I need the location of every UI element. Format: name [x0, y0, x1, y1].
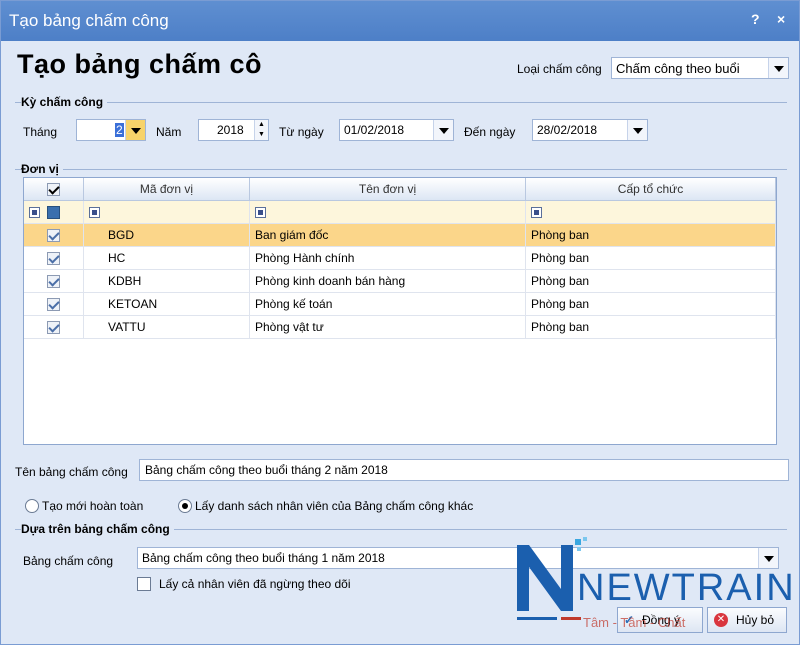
logo-brand-text: NEWTRAIN: [577, 567, 796, 609]
don-vi-divider: [15, 169, 787, 170]
table-row[interactable]: VATTU Phòng vật tư Phòng ban: [24, 316, 776, 339]
row-checkbox[interactable]: [47, 275, 60, 289]
nam-value: 2018: [217, 123, 244, 137]
row-checkbox[interactable]: [47, 252, 60, 266]
row-checkbox[interactable]: [47, 229, 60, 243]
loai-cham-cong-label: Loại chấm công: [517, 62, 602, 76]
row-checkbox-cell[interactable]: [24, 293, 84, 316]
row-checkbox[interactable]: [47, 298, 60, 312]
don-vi-grid: Mã đơn vị Tên đơn vị Cấp tổ chức BGD Ban…: [23, 177, 777, 445]
cell-ten: Phòng Hành chính: [250, 247, 526, 270]
row-checkbox-cell[interactable]: [24, 270, 84, 293]
bang-cham-cong-label: Bảng chấm công: [23, 554, 114, 568]
table-row[interactable]: KDBH Phòng kinh doanh bán hàng Phòng ban: [24, 270, 776, 293]
cell-cap: Phòng ban: [526, 316, 776, 339]
filter-cell-ma[interactable]: [84, 201, 250, 224]
filter-operator-icon[interactable]: [47, 206, 61, 220]
tu-ngay-field[interactable]: 01/02/2018: [339, 119, 454, 141]
filter-cell-cap[interactable]: [526, 201, 776, 224]
loai-cham-cong-value: Chấm công theo buổi: [616, 61, 740, 76]
ky-cham-cong-title: Kỳ chấm công: [21, 95, 108, 109]
cell-cap: Phòng ban: [526, 270, 776, 293]
tao-moi-label[interactable]: Tạo mới hoàn toàn: [42, 499, 143, 513]
spinner-icon[interactable]: ▲ ▼: [254, 120, 268, 140]
cell-cap: Phòng ban: [526, 293, 776, 316]
cell-cap: Phòng ban: [526, 224, 776, 247]
cell-ma: KDBH: [84, 270, 250, 293]
table-row[interactable]: BGD Ban giám đốc Phòng ban: [24, 224, 776, 247]
bang-cham-cong-value: Bảng chấm công theo buổi tháng 1 năm 201…: [142, 551, 385, 565]
row-checkbox[interactable]: [47, 321, 60, 335]
lay-danh-sach-radio[interactable]: [178, 499, 192, 513]
nam-label: Năm: [156, 125, 182, 139]
cell-ma: BGD: [84, 224, 250, 247]
ky-cham-cong-divider: [15, 102, 787, 103]
cell-ten: Ban giám đốc: [250, 224, 526, 247]
cell-ten: Phòng kế toán: [250, 293, 526, 316]
grid-header-row: Mã đơn vị Tên đơn vị Cấp tổ chức: [24, 178, 776, 201]
filter-cell-select[interactable]: [24, 201, 84, 224]
cell-cap: Phòng ban: [526, 247, 776, 270]
cell-ma: HC: [84, 247, 250, 270]
header-select-all[interactable]: [24, 178, 84, 201]
chevron-down-icon[interactable]: [125, 120, 145, 140]
filter-cell-ten[interactable]: [250, 201, 526, 224]
cell-ma: KETOAN: [84, 293, 250, 316]
table-row[interactable]: KETOAN Phòng kế toán Phòng ban: [24, 293, 776, 316]
window-title: Tạo bảng chấm công: [9, 11, 169, 30]
nam-stepper[interactable]: 2018 ▲ ▼: [198, 119, 269, 141]
help-button[interactable]: ?: [751, 11, 760, 27]
thang-label: Tháng: [23, 125, 58, 139]
cell-ten: Phòng kinh doanh bán hàng: [250, 270, 526, 293]
title-bar: Tạo bảng chấm công ? ×: [1, 1, 799, 41]
chevron-down-icon[interactable]: [627, 120, 647, 140]
tu-ngay-label: Từ ngày: [279, 125, 324, 139]
chevron-down-icon[interactable]: [768, 58, 788, 78]
lay-ca-checkbox[interactable]: [137, 577, 151, 591]
logo-tagline: Tâm - Tầm - Chất: [583, 615, 686, 630]
cell-ten: Phòng vật tư: [250, 316, 526, 339]
den-ngay-field[interactable]: 28/02/2018: [532, 119, 648, 141]
filter-icon[interactable]: [255, 207, 266, 219]
den-ngay-value: 28/02/2018: [537, 123, 598, 137]
loai-cham-cong-select[interactable]: Chấm công theo buổi: [611, 57, 789, 79]
ten-bang-input[interactable]: Bảng chấm công theo buổi tháng 2 năm 201…: [139, 459, 789, 481]
lay-ca-label[interactable]: Lấy cả nhân viên đã ngừng theo dõi: [159, 577, 351, 591]
header-ten-don-vi[interactable]: Tên đơn vị: [250, 178, 526, 201]
chevron-down-icon[interactable]: [433, 120, 453, 140]
thang-value: 2: [115, 123, 124, 137]
page-title: Tạo bảng chấm cô: [17, 49, 263, 79]
row-checkbox-cell[interactable]: [24, 316, 84, 339]
newtrain-logo: NEWTRAIN Tâm - Tầm - Chất: [513, 537, 796, 637]
thang-select[interactable]: 2: [76, 119, 146, 141]
row-checkbox-cell[interactable]: [24, 247, 84, 270]
filter-icon[interactable]: [29, 207, 40, 219]
filter-icon[interactable]: [89, 207, 100, 219]
tu-ngay-value: 01/02/2018: [344, 123, 405, 137]
don-vi-title: Đơn vị: [21, 162, 63, 176]
close-button[interactable]: ×: [777, 11, 785, 27]
table-row[interactable]: HC Phòng Hành chính Phòng ban: [24, 247, 776, 270]
select-all-checkbox[interactable]: [47, 183, 60, 197]
header-cap-to-chuc[interactable]: Cấp tổ chức: [526, 178, 776, 201]
row-checkbox-cell[interactable]: [24, 224, 84, 247]
dua-tren-title: Dựa trên bảng chấm công: [21, 522, 174, 536]
tao-moi-radio[interactable]: [25, 499, 39, 513]
header-ma-don-vi[interactable]: Mã đơn vị: [84, 178, 250, 201]
lay-danh-sach-label[interactable]: Lấy danh sách nhân viên của Bảng chấm cô…: [195, 499, 473, 513]
den-ngay-label: Đến ngày: [464, 125, 516, 139]
cell-ma: VATTU: [84, 316, 250, 339]
filter-icon[interactable]: [531, 207, 542, 219]
ten-bang-label: Tên bảng chấm công: [15, 465, 128, 479]
dialog-window: Tạo bảng chấm công ? × Tạo bảng chấm cô …: [0, 0, 800, 645]
grid-filter-row: [24, 201, 776, 224]
